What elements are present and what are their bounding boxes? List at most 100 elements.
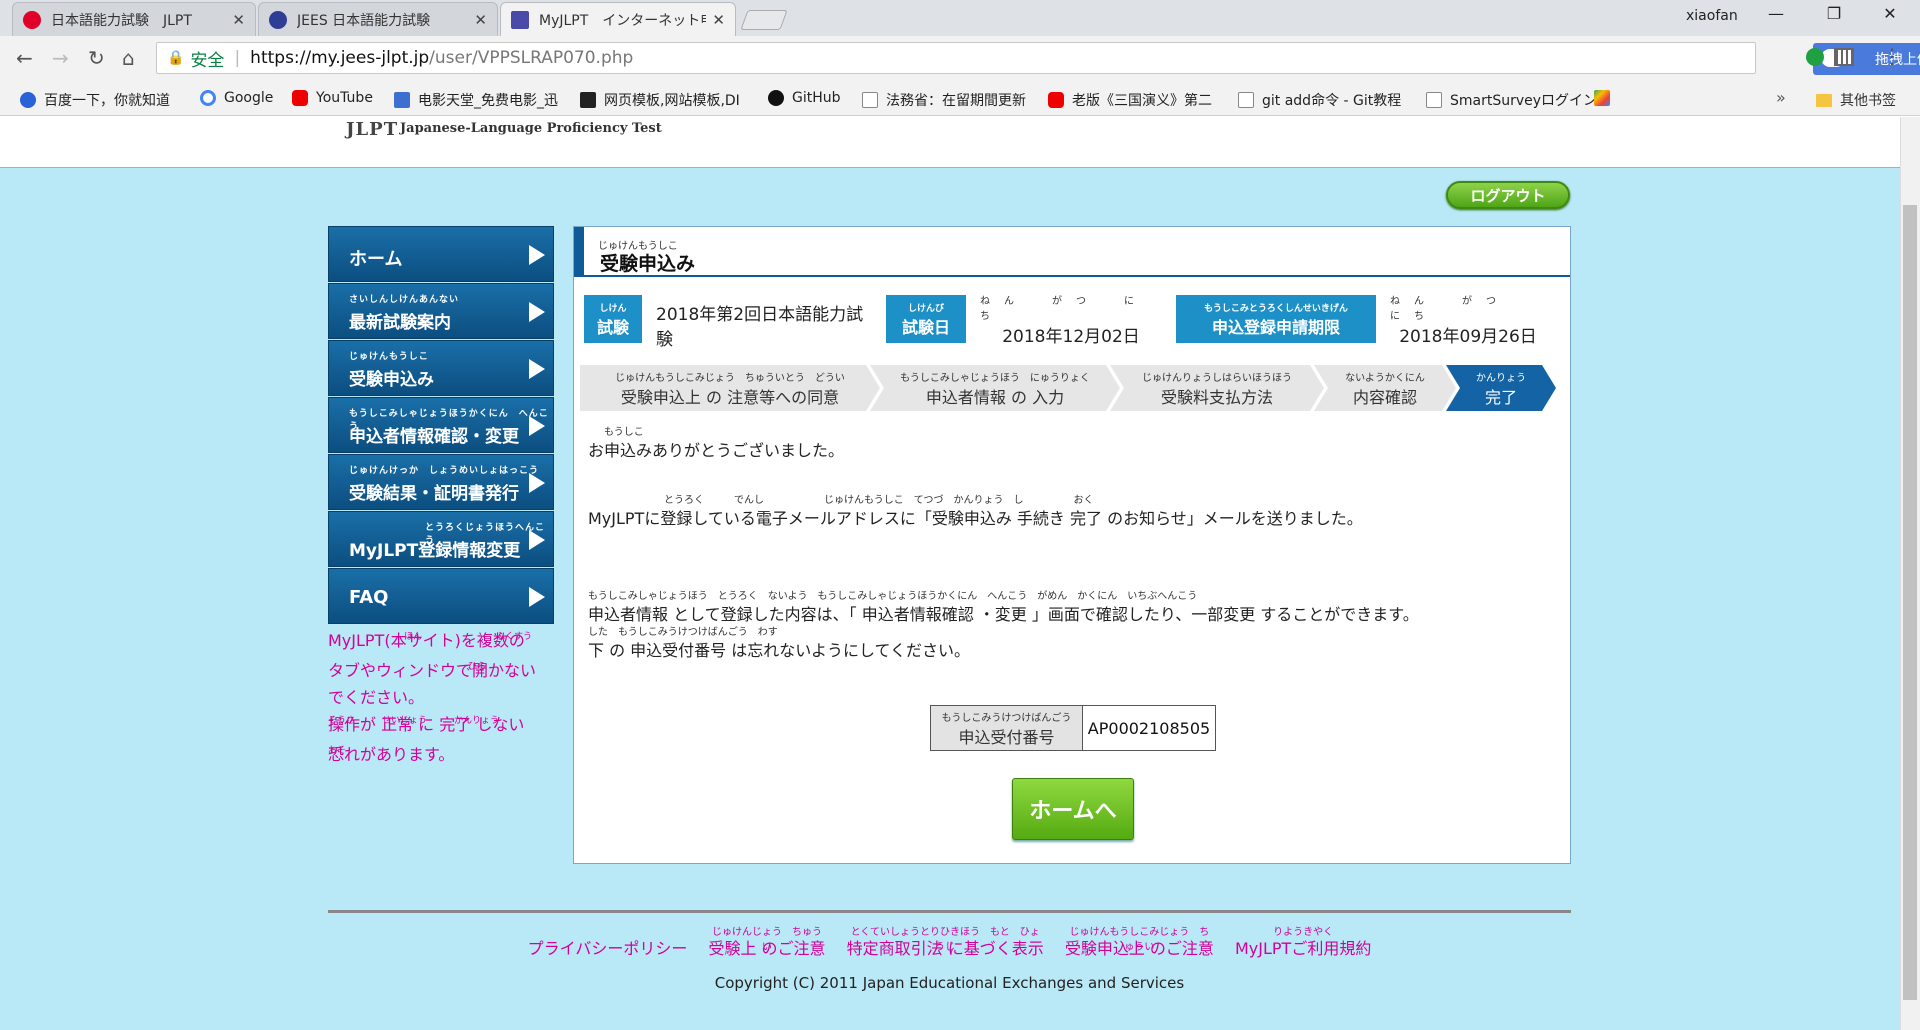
reception-number-value: AP0002108505: [1087, 718, 1211, 738]
bookmark-item[interactable]: 百度一下，你就知道: [20, 90, 170, 110]
logout-button[interactable]: ログアウト: [1446, 181, 1570, 209]
exam-label: しけん 試験: [584, 295, 642, 343]
maximize-icon[interactable]: ❐: [1814, 4, 1854, 23]
step-label: 受験料支払方法: [1160, 387, 1273, 407]
other-bookmarks-folder[interactable]: 其他书签: [1816, 90, 1896, 110]
step-label: 完了: [1484, 387, 1517, 407]
back-arrow-icon[interactable]: ←: [16, 46, 33, 70]
forward-arrow-icon[interactable]: →: [52, 46, 69, 70]
close-window-icon[interactable]: ✕: [1870, 4, 1910, 23]
new-tab-button[interactable]: [740, 10, 788, 30]
bookmark-item[interactable]: Google: [200, 90, 273, 106]
green-extension-icon[interactable]: [1806, 48, 1824, 66]
ruby-text: ひら: [468, 662, 487, 672]
bookmark-item[interactable]: 电影天堂_免费电影_迅: [394, 90, 558, 110]
bookmark-label: GitHub: [792, 90, 841, 106]
sidebar-item-results[interactable]: じゅけんけっか しょうめいしょはっこう 受験結果・証明書発行: [328, 454, 554, 510]
arrow-right-icon: [529, 359, 545, 379]
upload-extension-button[interactable]: 拖拽上传: [1813, 43, 1920, 75]
step-agreement: じゅけんもうしこみじょう ちゅういとう どうい 受験申込上 の 注意等への同意: [580, 365, 880, 411]
bookmark-label: 电影天堂_免费电影_迅: [418, 93, 558, 109]
arrow-right-icon: [529, 530, 545, 550]
sidebar-item-label: MyJLPT登録情報変更: [349, 541, 521, 561]
ruby-text: かんりょう: [454, 716, 500, 726]
step-confirm: ないようかくにん 内容確認: [1314, 365, 1456, 411]
grid-extension-icon[interactable]: [1834, 48, 1854, 66]
ruby-text: りようきやく: [1273, 927, 1334, 938]
exam-info-bar: しけん 試験 . 2018年第2回日本語能力試験 しけんび 試験日 ねん がつ …: [584, 292, 1560, 350]
youtube-icon: [1048, 92, 1064, 108]
arrow-right-icon: [529, 473, 545, 493]
minimize-icon[interactable]: —: [1756, 4, 1796, 23]
bookmark-item[interactable]: git add命令 - Git教程: [1238, 90, 1401, 110]
sidebar-item-apply[interactable]: じゅけんもうしこ 受験申込み: [328, 340, 554, 396]
ruby-text: もうしこみとうろくしんせいきげん: [1204, 303, 1348, 314]
bookmarks-more-icon[interactable]: »: [1776, 88, 1786, 107]
footer-link-apply-notes[interactable]: じゅけんもうしこみじょう ちゅうい 受験申込上 のご注意: [1065, 923, 1214, 959]
label-text: 試験日: [901, 317, 950, 337]
label-text: 試験: [596, 317, 629, 337]
jees-favicon-icon: [269, 10, 287, 29]
bookmark-item[interactable]: GitHub: [768, 90, 841, 106]
ruby-text: もうしこみしゃじょうほう とうろく ないよう もうしこみしゃじょうほうかくにん …: [588, 591, 1198, 602]
close-icon[interactable]: ✕: [474, 11, 487, 29]
sidebar-item-label: 最新試験案内: [349, 313, 451, 333]
google-icon: [200, 90, 216, 106]
browser-toolbar: ← → ↻ ⌂ 🔒 安全 | https://my.jees-jlpt.jp /…: [0, 36, 1920, 82]
ruby-text: さいしんしけんあんない: [349, 295, 460, 305]
tab-jlpt[interactable]: 日本語能力試験 JLPT ✕: [12, 2, 256, 36]
footer-link-privacy[interactable]: プライバシーポリシー: [528, 923, 688, 959]
template-site-icon: [580, 92, 596, 108]
label-text: 申込受付番号: [958, 727, 1055, 747]
ruby-text: ねん がつ にち: [980, 295, 1148, 322]
sidebar-item-home[interactable]: ホーム: [328, 226, 554, 282]
bookmark-item[interactable]: YouTube: [292, 90, 373, 106]
go-home-button[interactable]: ホームへ: [1012, 778, 1134, 840]
baidu-icon: [20, 92, 36, 108]
tab-myjlpt[interactable]: MyJLPT インターネット申込 ✕: [500, 2, 736, 36]
ruby-text: しけんび: [907, 303, 944, 314]
value-text: 2018年12月02日: [1002, 326, 1140, 347]
ruby-text: かんりょう: [1476, 372, 1526, 384]
footer-link-terms[interactable]: りようきやく MyJLPTご利用規約: [1235, 923, 1371, 959]
footer-link-exam-notes[interactable]: じゅけんじょう ちゅうい 受験上 のご注意: [708, 923, 825, 959]
close-icon[interactable]: ✕: [712, 11, 725, 29]
menu-dots-icon[interactable]: ⋮: [1882, 44, 1902, 68]
bookmark-item[interactable]: 法務省：在留期間更新: [862, 90, 1026, 110]
tab-jees[interactable]: JEES 日本語能力試験 ✕: [258, 2, 498, 36]
bookmark-item[interactable]: 老版《三国演义》第二: [1048, 90, 1212, 110]
browser-tab-bar: 日本語能力試験 JLPT ✕ JEES 日本語能力試験 ✕ MyJLPT インタ…: [0, 0, 1920, 36]
url-host: https://my.jees-jlpt.jp: [250, 48, 430, 68]
jlpt-logo[interactable]: JLPT: [346, 119, 398, 140]
bookmark-label: git add命令 - Git教程: [1262, 93, 1402, 109]
warning-line: 恐れがあります。: [328, 745, 455, 764]
home-icon[interactable]: ⌂: [122, 46, 135, 70]
scrollbar-thumb[interactable]: [1903, 205, 1917, 1000]
sidebar-item-faq[interactable]: FAQ: [328, 568, 554, 624]
ruby-text: ほん: [404, 632, 423, 642]
bookmark-item[interactable]: SmartSurveyログイン: [1426, 90, 1597, 110]
step-label: 申込者情報 の 入力: [925, 387, 1065, 407]
reload-icon[interactable]: ↻: [88, 46, 105, 70]
address-bar[interactable]: 🔒 安全 | https://my.jees-jlpt.jp /user/VPP…: [156, 42, 1920, 75]
myjlpt-favicon-icon: [511, 10, 529, 29]
sidebar-item-account[interactable]: とうろくじょうほうへんこう MyJLPT登録情報変更: [328, 511, 554, 567]
page-title-bar: じゅけんもうしこ 受験申込み: [574, 227, 1570, 277]
sidebar-item-latest-info[interactable]: さいしんしけんあんない 最新試験案内: [328, 283, 554, 339]
content-panel: じゅけんもうしこ 受験申込み しけん 試験 . 2018年第2回日本語能力試験 …: [573, 226, 1571, 864]
sidebar-item-label: 受験申込み: [349, 370, 434, 390]
ruby-text: じゅけんもうしこみじょう ちゅういとう どうい: [615, 372, 845, 384]
step-label: 内容確認: [1352, 387, 1417, 407]
sidebar-item-label: ホーム: [349, 249, 403, 270]
bookmark-item[interactable]: 网页模板,网站模板,DI: [580, 90, 740, 110]
page-icon: [862, 92, 878, 108]
close-icon[interactable]: ✕: [232, 11, 245, 29]
profile-name[interactable]: xiaofan: [1686, 8, 1738, 24]
sidebar-item-applicant-info[interactable]: もうしこみしゃじょうほうかくにん へんこう 申込者情報確認・変更: [328, 397, 554, 453]
deadline-value: ねん がつ にち 2018年09月26日: [1376, 292, 1560, 347]
warning-line: でください。: [328, 688, 425, 707]
footer-link-commercial-law[interactable]: とくていしょうとりひきほう もと ひょうじ 特定商取引法 に基づく表示: [847, 923, 1044, 959]
bookmark-item[interactable]: [1594, 90, 1618, 106]
change-info-message: もうしこみしゃじょうほう とうろく ないよう もうしこみしゃじょうほうかくにん …: [588, 587, 1419, 625]
ruby-text: もうしこみしゃじょうほう にゅうりょく: [900, 372, 1090, 384]
